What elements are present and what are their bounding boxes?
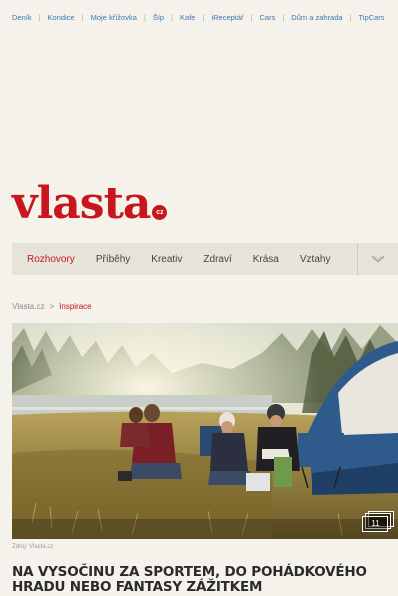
partner-link-cars[interactable]: Cars <box>260 13 276 22</box>
breadcrumb-current[interactable]: Inspirace <box>59 302 91 311</box>
breadcrumb-home[interactable]: Vlasta.cz <box>12 302 44 311</box>
link-separator: | <box>143 12 146 22</box>
camping-family-photo <box>12 323 398 539</box>
link-separator: | <box>250 12 253 22</box>
link-separator: | <box>171 12 174 22</box>
nav-more-button[interactable] <box>357 243 398 275</box>
article-headline[interactable]: NA VYSOČINU ZA SPORTEM, DO POHÁDKOVÉHO H… <box>12 565 392 595</box>
chevron-down-icon <box>371 255 385 262</box>
nav-item-vztahy[interactable]: Vztahy <box>300 254 331 265</box>
partner-link-tipcars[interactable]: TipCars <box>359 13 385 22</box>
link-separator: | <box>349 12 352 22</box>
nav-item-pribehy[interactable]: Příběhy <box>96 254 130 265</box>
link-separator: | <box>38 12 41 22</box>
gallery-count: 11 <box>371 519 380 528</box>
nav-item-kreativ[interactable]: Kreativ <box>151 254 182 265</box>
article-hero-image[interactable]: 11 <box>12 323 398 539</box>
breadcrumb-separator: > <box>49 302 55 311</box>
link-separator: | <box>81 12 84 22</box>
breadcrumb: Vlasta.cz > Inspirace <box>12 302 92 311</box>
site-logo[interactable]: vlasta cz <box>12 178 168 229</box>
partner-link-dum-a-zahrada[interactable]: Dům a zahrada <box>291 13 342 22</box>
nav-item-rozhovory[interactable]: Rozhovory <box>27 254 75 265</box>
link-separator: | <box>282 12 285 22</box>
logo-text: vlasta <box>12 178 151 229</box>
main-navigation: Rozhovory Příběhy Kreativ Zdraví Krása V… <box>12 243 398 275</box>
partner-link-kondice[interactable]: Kondice <box>48 13 75 22</box>
gallery-count-badge[interactable]: 11 <box>362 511 394 533</box>
image-source: Zdroj: Vlasta.cz <box>12 544 54 550</box>
partner-link-krizovka[interactable]: Moje křížovka <box>91 13 137 22</box>
partner-link-ireceptar[interactable]: iReceptář <box>211 13 243 22</box>
nav-item-zdravi[interactable]: Zdraví <box>203 254 231 265</box>
link-separator: | <box>202 12 205 22</box>
nav-item-krasa[interactable]: Krása <box>253 254 279 265</box>
logo-cz-badge: cz <box>152 205 168 220</box>
partner-link-sip[interactable]: Šíp <box>153 13 164 22</box>
partner-link-kafe[interactable]: Kafe <box>180 13 195 22</box>
partner-link-denik[interactable]: Deník <box>12 13 32 22</box>
partner-links-bar: Deník | Kondice | Moje křížovka | Šíp | … <box>0 0 398 34</box>
